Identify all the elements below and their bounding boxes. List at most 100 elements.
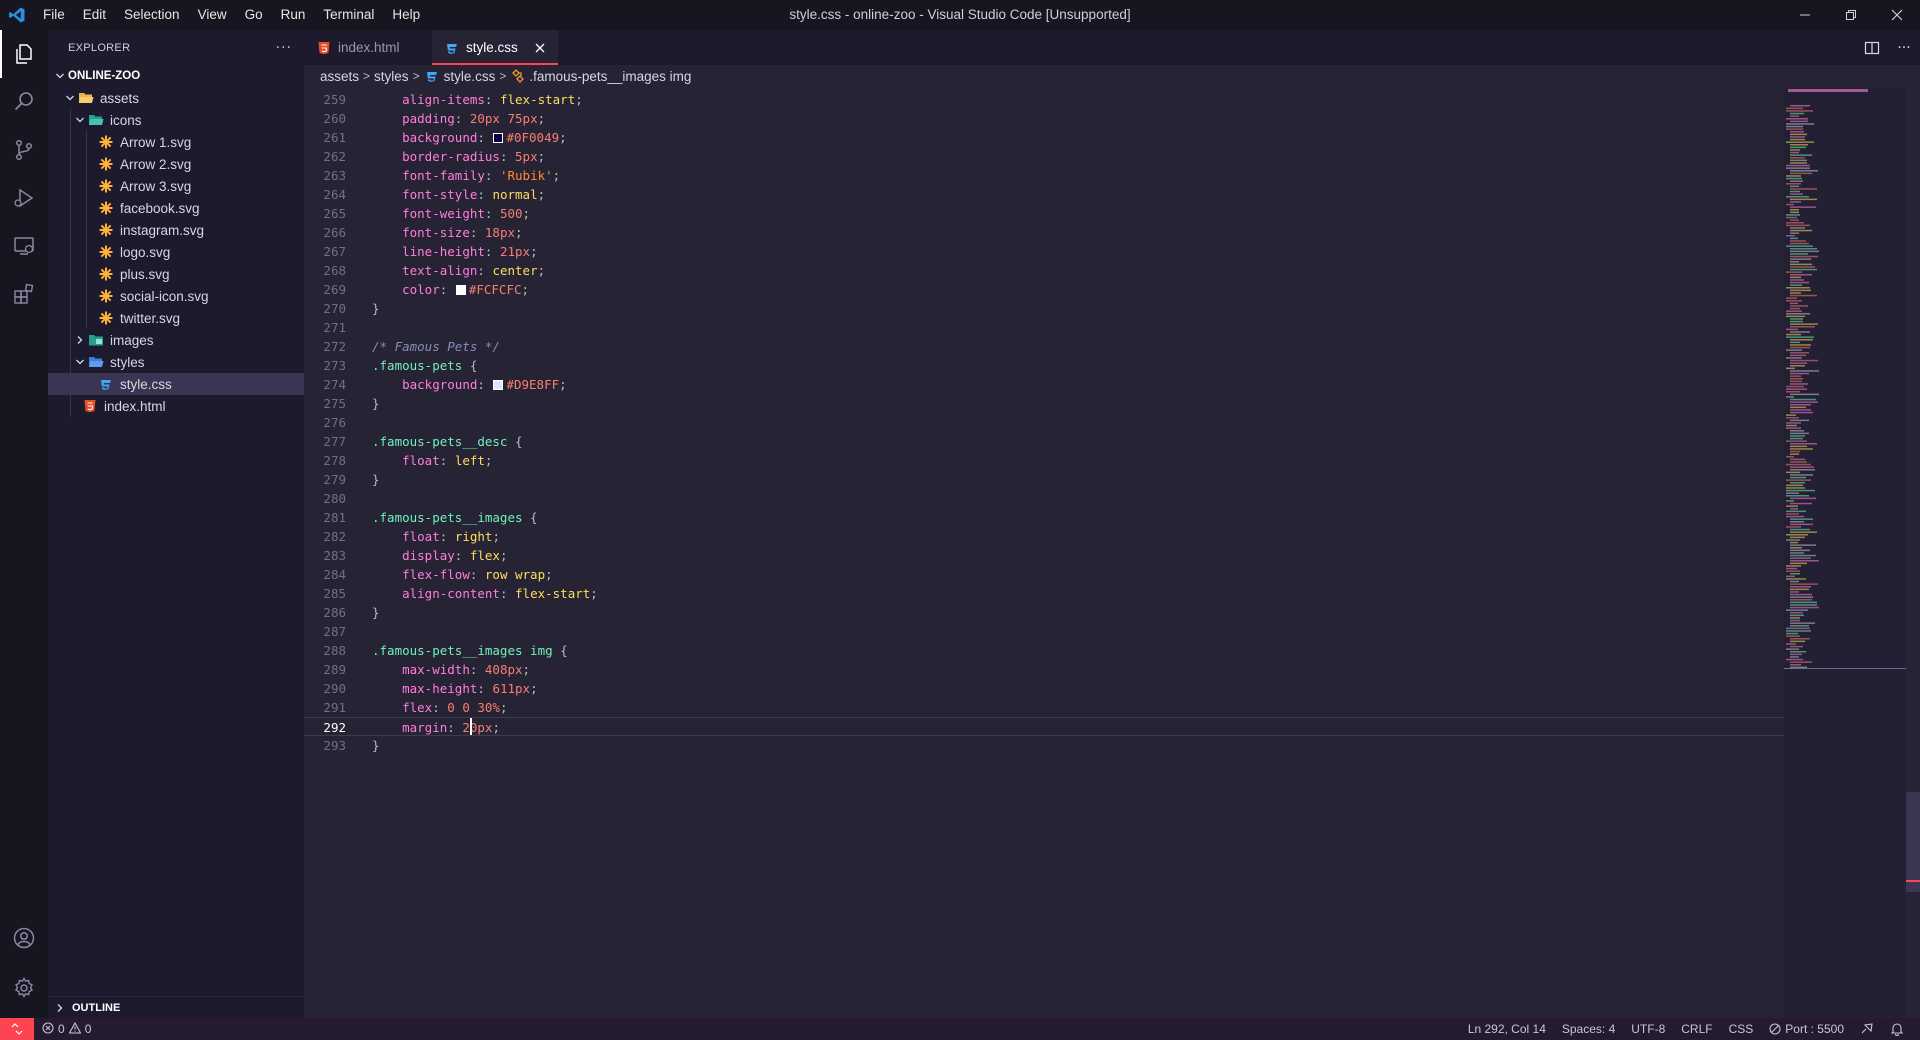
search-icon[interactable] bbox=[0, 78, 48, 126]
source-control-icon[interactable] bbox=[0, 126, 48, 174]
tree-folder-icons[interactable]: icons bbox=[48, 109, 304, 131]
code-line[interactable]: 271 bbox=[304, 318, 1784, 337]
menu-terminal[interactable]: Terminal bbox=[314, 0, 383, 30]
minimap[interactable] bbox=[1784, 87, 1906, 1018]
menu-selection[interactable]: Selection bbox=[115, 0, 189, 30]
code-line[interactable]: 269 color: #FCFCFC; bbox=[304, 280, 1784, 299]
menu-edit[interactable]: Edit bbox=[74, 0, 115, 30]
tab-index-html[interactable]: index.html bbox=[304, 30, 418, 65]
code-line[interactable]: 287 bbox=[304, 622, 1784, 641]
end-of-line[interactable]: CRLF bbox=[1673, 1018, 1720, 1040]
code-line[interactable]: 282 float: right; bbox=[304, 527, 1784, 546]
cursor-position[interactable]: Ln 292, Col 14 bbox=[1460, 1018, 1554, 1040]
code-line[interactable]: 276 bbox=[304, 413, 1784, 432]
code-line[interactable]: 266 font-size: 18px; bbox=[304, 223, 1784, 242]
code-line[interactable]: 259 align-items: flex-start; bbox=[304, 90, 1784, 109]
code-line[interactable]: 290 max-height: 611px; bbox=[304, 679, 1784, 698]
color-swatch[interactable] bbox=[493, 133, 504, 143]
tree-file-index-html[interactable]: index.html bbox=[48, 395, 304, 417]
accounts-icon[interactable] bbox=[0, 914, 48, 962]
code-line[interactable]: 265 font-weight: 500; bbox=[304, 204, 1784, 223]
tree-folder-styles[interactable]: styles bbox=[48, 351, 304, 373]
tree-root-online-zoo[interactable]: ONLINE-ZOO bbox=[48, 65, 304, 87]
tree-folder-assets[interactable]: assets bbox=[48, 87, 304, 109]
indentation[interactable]: Spaces: 4 bbox=[1554, 1018, 1623, 1040]
code-line[interactable]: 288 .famous-pets__images img { bbox=[304, 641, 1784, 660]
problems-status[interactable]: 0 0 bbox=[42, 1021, 91, 1037]
code-line[interactable]: 272 /* Famous Pets */ bbox=[304, 337, 1784, 356]
menu-run[interactable]: Run bbox=[272, 0, 315, 30]
extensions-icon[interactable] bbox=[0, 270, 48, 318]
breadcrumb-styles[interactable]: styles bbox=[374, 69, 409, 84]
minimize-button[interactable] bbox=[1782, 0, 1828, 30]
code-line[interactable]: 279} bbox=[304, 470, 1784, 489]
code-line[interactable]: 280 bbox=[304, 489, 1784, 508]
code-line[interactable]: 263 font-family: 'Rubik'; bbox=[304, 166, 1784, 185]
tree-file-arrow-3[interactable]: Arrow 3.svg bbox=[48, 175, 304, 197]
vertical-scrollbar[interactable] bbox=[1906, 87, 1920, 1018]
code-line[interactable]: 285 align-content: flex-start; bbox=[304, 584, 1784, 603]
restore-button[interactable] bbox=[1828, 0, 1874, 30]
vscode-logo-icon[interactable] bbox=[0, 0, 34, 30]
code-line[interactable]: 262 border-radius: 5px; bbox=[304, 147, 1784, 166]
tree-file-facebook[interactable]: facebook.svg bbox=[48, 197, 304, 219]
tree-file-arrow-2[interactable]: Arrow 2.svg bbox=[48, 153, 304, 175]
color-swatch[interactable] bbox=[493, 380, 504, 390]
more-actions-icon[interactable]: ··· bbox=[276, 40, 292, 56]
close-window-button[interactable] bbox=[1874, 0, 1920, 30]
feedback-icon[interactable] bbox=[1852, 1018, 1882, 1040]
menu-go[interactable]: Go bbox=[236, 0, 272, 30]
code-line[interactable]: 261 background: #0F0049; bbox=[304, 128, 1784, 147]
code-line[interactable]: 281 .famous-pets__images { bbox=[304, 508, 1784, 527]
code-line[interactable]: 284 flex-flow: row wrap; bbox=[304, 565, 1784, 584]
code-line[interactable]: 268 text-align: center; bbox=[304, 261, 1784, 280]
code-line[interactable]: 292 margin: 20px; bbox=[304, 717, 1784, 736]
code-line[interactable]: 264 font-style: normal; bbox=[304, 185, 1784, 204]
breadcrumb-file[interactable]: style.css bbox=[424, 68, 495, 84]
breadcrumb-assets[interactable]: assets bbox=[320, 69, 359, 84]
tree-file-arrow-1[interactable]: Arrow 1.svg bbox=[48, 131, 304, 153]
code-line[interactable]: 275} bbox=[304, 394, 1784, 413]
menu-view[interactable]: View bbox=[189, 0, 236, 30]
explorer-icon[interactable] bbox=[0, 30, 48, 78]
close-tab-icon[interactable] bbox=[532, 40, 548, 56]
remote-indicator-button[interactable] bbox=[0, 1018, 34, 1040]
tree-file-instagram[interactable]: instagram.svg bbox=[48, 219, 304, 241]
code-line[interactable]: 277 .famous-pets__desc { bbox=[304, 432, 1784, 451]
code-line[interactable]: 293} bbox=[304, 736, 1784, 755]
live-server-port[interactable]: Port : 5500 bbox=[1761, 1018, 1852, 1040]
tree-file-twitter[interactable]: twitter.svg bbox=[48, 307, 304, 329]
tree-label: images bbox=[110, 332, 154, 348]
menu-help[interactable]: Help bbox=[383, 0, 429, 30]
notifications-bell-icon[interactable] bbox=[1882, 1018, 1912, 1040]
tree-file-style-css[interactable]: style.css bbox=[48, 373, 304, 395]
settings-gear-icon[interactable] bbox=[0, 964, 48, 1012]
encoding[interactable]: UTF-8 bbox=[1623, 1018, 1673, 1040]
run-debug-icon[interactable] bbox=[0, 174, 48, 222]
tree-file-logo[interactable]: logo.svg bbox=[48, 241, 304, 263]
code-line[interactable]: 291 flex: 0 0 30%; bbox=[304, 698, 1784, 717]
code-line[interactable]: 260 padding: 20px 75px; bbox=[304, 109, 1784, 128]
code-line[interactable]: 273 .famous-pets { bbox=[304, 356, 1784, 375]
code-line[interactable]: 286} bbox=[304, 603, 1784, 622]
color-swatch[interactable] bbox=[455, 285, 466, 295]
code-line[interactable]: 274 background: #D9E8FF; bbox=[304, 375, 1784, 394]
language-mode[interactable]: CSS bbox=[1721, 1018, 1762, 1040]
menu-file[interactable]: File bbox=[34, 0, 74, 30]
code-line[interactable]: 283 display: flex; bbox=[304, 546, 1784, 565]
tree-file-social-icon[interactable]: social-icon.svg bbox=[48, 285, 304, 307]
more-actions-icon[interactable]: ··· bbox=[1888, 30, 1920, 65]
scroll-thumb[interactable] bbox=[1906, 792, 1920, 892]
code-line[interactable]: 267 line-height: 21px; bbox=[304, 242, 1784, 261]
outline-section[interactable]: OUTLINE bbox=[48, 996, 304, 1018]
code-line[interactable]: 278 float: left; bbox=[304, 451, 1784, 470]
tree-file-plus[interactable]: plus.svg bbox=[48, 263, 304, 285]
remote-explorer-icon[interactable] bbox=[0, 222, 48, 270]
tree-folder-images[interactable]: images bbox=[48, 329, 304, 351]
code-editor[interactable]: 259 align-items: flex-start; 260 padding:… bbox=[304, 87, 1784, 1018]
code-line[interactable]: 270} bbox=[304, 299, 1784, 318]
split-editor-icon[interactable] bbox=[1856, 30, 1888, 65]
code-line[interactable]: 289 max-width: 408px; bbox=[304, 660, 1784, 679]
breadcrumb-symbol[interactable]: .famous-pets__images img bbox=[510, 68, 691, 84]
tab-style-css[interactable]: style.css bbox=[432, 30, 558, 65]
